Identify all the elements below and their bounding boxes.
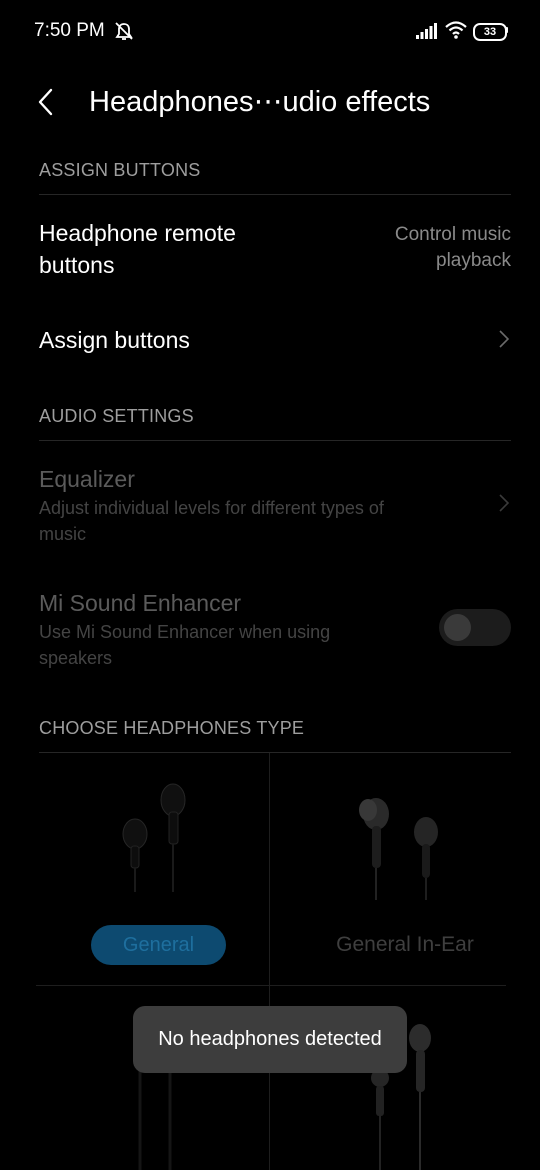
battery-tip [506,27,508,33]
mi-sound-enhancer-subtitle-line1: Use Mi Sound Enhancer when using [39,622,331,642]
grid-divider-horizontal [36,985,506,986]
page-title: Headphones⋯udio effects [89,86,431,118]
divider [39,440,511,441]
toggle-knob [444,614,471,641]
earbuds-image [122,783,186,892]
signal-icon [416,23,437,39]
divider [39,752,511,753]
headphone-remote-title-line2: buttons [39,252,115,278]
status-bar: 7:50 PM 33 [0,0,540,62]
equalizer-subtitle-line1: Adjust individual levels for different t… [39,498,384,518]
status-time: 7:50 PM [34,20,105,41]
headphone-remote-title-line1: Headphone remote [39,220,236,246]
equalizer-subtitle-line2: music [39,524,87,544]
chevron-right-icon [499,494,510,512]
battery-icon: 33 [473,23,507,41]
do-not-disturb-icon [115,22,133,40]
headphone-type-general-in-ear-label: General In-Ear [336,933,474,956]
mi-sound-enhancer-title: Mi Sound Enhancer [39,590,242,616]
chevron-right-icon [499,330,510,348]
toast-message: No headphones detected [133,1006,407,1073]
assign-buttons-title: Assign buttons [39,327,190,353]
back-button[interactable] [30,82,64,122]
mi-sound-enhancer-subtitle-line2: speakers [39,648,113,668]
mi-sound-enhancer-toggle[interactable] [439,609,511,646]
in-ear-headphones-image [359,798,438,900]
section-header-assign-buttons: ASSIGN BUTTONS [39,160,201,180]
headphone-remote-value-line2: playback [436,250,511,271]
headphone-remote-value-line1: Control music [394,224,511,245]
section-header-audio-settings: AUDIO SETTINGS [39,406,194,426]
equalizer-title: Equalizer [39,466,135,492]
headphone-type-general-label: General [91,925,226,965]
section-header-choose-headphones-type: CHOOSE HEADPHONES TYPE [39,718,305,738]
grid-divider-vertical [269,753,270,1170]
wifi-icon [445,21,467,39]
divider [39,194,511,195]
